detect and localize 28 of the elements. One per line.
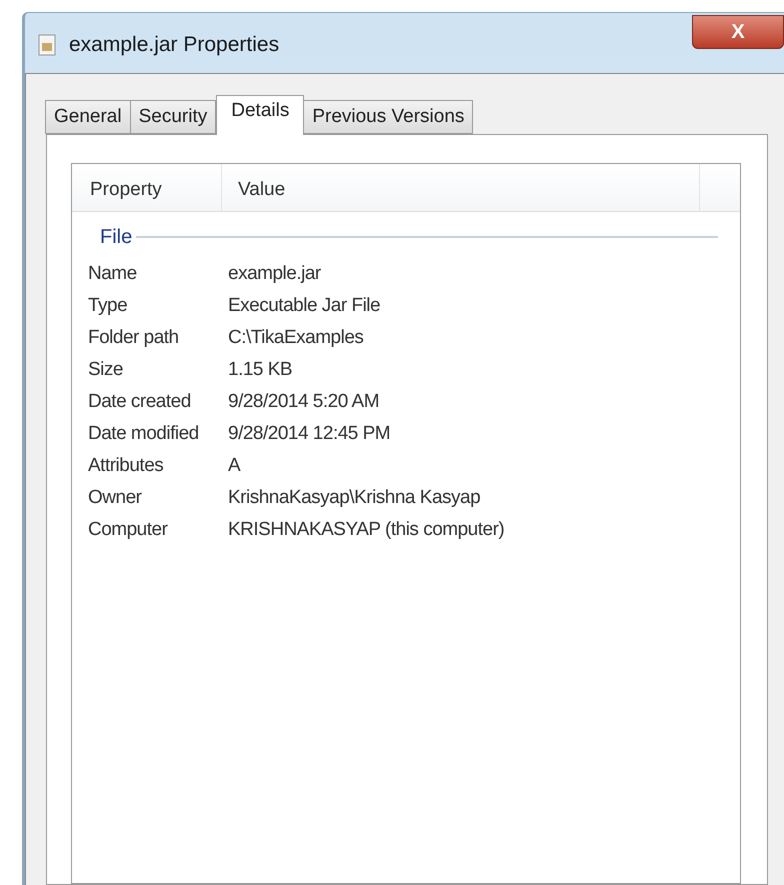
property-value: 1.15 KB — [227, 358, 292, 382]
property-name: Owner — [87, 486, 143, 510]
tab[interactable]: Details — [216, 95, 304, 135]
column-header[interactable]: Value — [222, 164, 700, 211]
property-value: example.jar — [227, 262, 321, 286]
property-value: 9/28/2014 12:45 PM — [227, 422, 390, 446]
file-icon — [37, 34, 57, 56]
tab[interactable]: Security — [130, 100, 216, 134]
property-value: KrishnaKasyap\Krishna Kasyap — [227, 486, 480, 510]
property-value: KRISHNAKASYAP (this computer) — [227, 518, 504, 542]
property-value: A — [227, 454, 240, 478]
column-header[interactable]: Property — [72, 164, 222, 211]
property-name: Type — [87, 294, 128, 318]
close-button[interactable]: X — [692, 15, 784, 49]
property-name: Name — [87, 262, 138, 286]
window-title: example.jar Properties — [69, 32, 280, 58]
property-name: Date created — [87, 390, 192, 414]
property-value: C:\TikaExamples — [227, 326, 364, 350]
tab[interactable]: Previous Versions — [303, 100, 474, 134]
property-name: Attributes — [87, 454, 164, 478]
property-value: Executable Jar File — [227, 294, 380, 318]
tab[interactable]: General — [45, 100, 131, 134]
property-name: Computer — [87, 518, 169, 542]
property-value: 9/28/2014 5:20 AM — [227, 390, 380, 414]
group-header: File — [100, 225, 132, 250]
property-name: Folder path — [87, 326, 180, 350]
property-name: Size — [87, 358, 124, 382]
property-name: Date modified — [87, 422, 200, 446]
